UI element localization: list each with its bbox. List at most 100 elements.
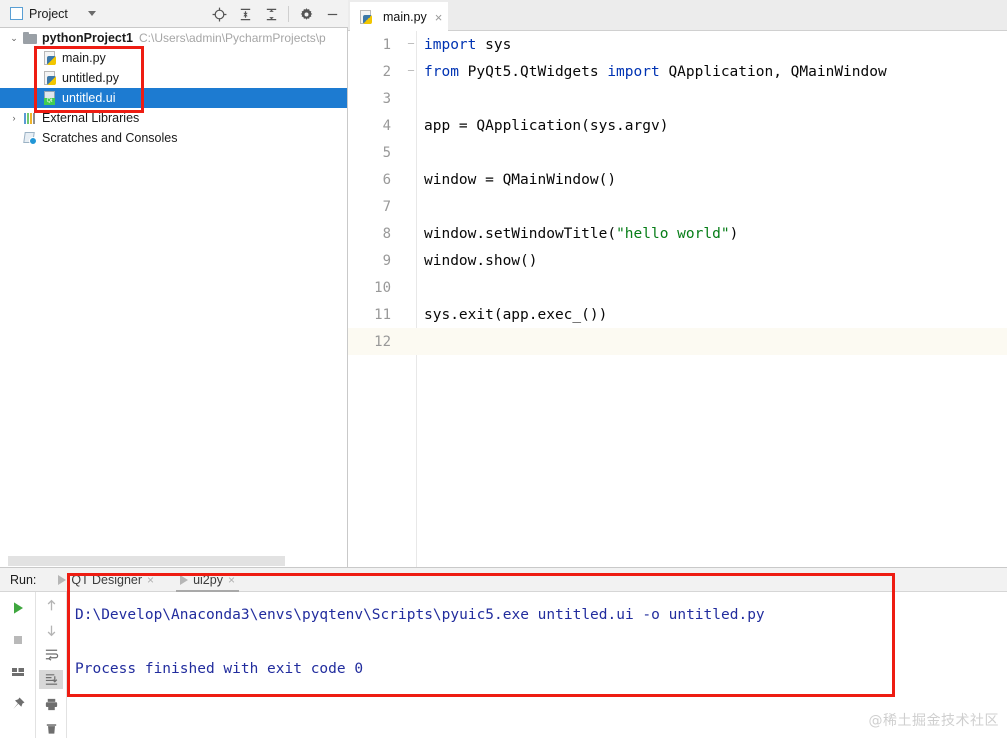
line-number: 4 <box>382 117 391 134</box>
plain-token: window.setWindowTitle( <box>424 225 617 242</box>
line-number: 7 <box>382 198 391 215</box>
rerun-play-icon[interactable] <box>6 596 30 620</box>
tree-row-scratches-and-consoles[interactable]: Scratches and Consoles <box>0 128 347 148</box>
keyword-token: import <box>607 63 660 80</box>
scroll-to-end-icon[interactable] <box>39 670 63 689</box>
console-actions-toolbar <box>36 592 67 738</box>
play-icon <box>58 574 67 585</box>
project-horizontal-scrollbar[interactable] <box>0 555 347 567</box>
locate-target-icon[interactable] <box>207 3 231 25</box>
code-lines-container[interactable]: 1 ─ import sys 2 ─ from PyQt5.QtWidgets impor… <box>348 31 1007 567</box>
show-layout-icon[interactable] <box>6 660 30 684</box>
project-panel-toolbar <box>207 0 344 28</box>
tab-main-py[interactable]: main.py × <box>350 2 449 31</box>
line-number: 5 <box>382 144 391 161</box>
code-line[interactable]: 8 window.setWindowTitle("hello world") <box>348 220 1007 247</box>
code-fold-icon[interactable]: ─ <box>404 39 418 50</box>
code-text: sys.exit(app.exec_()) <box>418 307 607 323</box>
code-line[interactable]: 7 <box>348 193 1007 220</box>
code-line[interactable]: 11 sys.exit(app.exec_()) <box>348 301 1007 328</box>
soft-wrap-icon[interactable] <box>39 645 63 664</box>
plain-token: sys.exit(app.exec_()) <box>424 306 608 323</box>
project-window-icon <box>10 7 23 20</box>
line-number: 2 <box>382 63 391 80</box>
run-tool-window-header: Run: QT Designer × ui2py × <box>0 567 1007 592</box>
code-line[interactable]: 3 <box>348 85 1007 112</box>
line-number: 6 <box>382 171 391 188</box>
line-number: 10 <box>374 279 391 296</box>
tree-label: main.py <box>62 51 106 65</box>
print-icon[interactable] <box>39 695 63 714</box>
keyword-token: from <box>424 63 459 80</box>
external-libraries-icon <box>22 110 38 126</box>
run-tab-label: QT Designer <box>71 572 143 587</box>
project-panel-title: Project <box>29 6 68 21</box>
line-number: 12 <box>374 333 391 350</box>
python-file-icon <box>42 50 58 66</box>
up-arrow-icon[interactable] <box>39 596 63 615</box>
code-line[interactable]: 6 window = QMainWindow() <box>348 166 1007 193</box>
console-line: Process finished with exit code 0 <box>75 661 364 677</box>
project-panel-title-group[interactable]: Project <box>0 7 96 21</box>
pin-tab-icon[interactable] <box>6 692 30 716</box>
code-text: window.setWindowTitle("hello world") <box>418 226 738 242</box>
code-editor[interactable]: 1 ─ import sys 2 ─ from PyQt5.QtWidgets impor… <box>348 31 1007 567</box>
line-number: 1 <box>382 36 391 53</box>
tree-row-untitled-ui[interactable]: untitled.ui <box>0 88 347 108</box>
tree-row-main-py[interactable]: main.py <box>0 48 347 68</box>
tree-label: pythonProject1 <box>42 31 133 45</box>
console-line: D:\Develop\Anaconda3\envs\pyqtenv\Script… <box>75 607 765 623</box>
code-fold-icon[interactable]: ─ <box>404 66 418 77</box>
code-line[interactable]: 10 <box>348 274 1007 301</box>
close-icon[interactable]: × <box>435 11 443 24</box>
tree-row-untitled-py[interactable]: untitled.py <box>0 68 347 88</box>
plain-token: window.show() <box>424 252 538 269</box>
code-line[interactable]: 4 app = QApplication(sys.argv) <box>348 112 1007 139</box>
down-arrow-icon[interactable] <box>39 621 63 640</box>
python-file-icon <box>42 70 58 86</box>
plain-token: QApplication, QMainWindow <box>659 63 887 80</box>
tree-label: Scratches and Consoles <box>42 131 178 145</box>
play-icon <box>180 574 189 585</box>
stop-icon[interactable] <box>6 628 30 652</box>
run-actions-toolbar <box>0 592 36 738</box>
code-line[interactable]: 5 <box>348 139 1007 166</box>
project-panel-header: Project <box>0 0 348 28</box>
scrollbar-thumb[interactable] <box>8 556 285 566</box>
close-icon[interactable]: × <box>147 574 154 586</box>
expand-all-icon[interactable] <box>233 3 257 25</box>
hide-panel-icon[interactable] <box>320 3 344 25</box>
line-number: 3 <box>382 90 391 107</box>
code-line[interactable]: 2 ─ from PyQt5.QtWidgets import QApplicati… <box>348 58 1007 85</box>
tree-label: External Libraries <box>42 111 140 125</box>
expand-arrow-icon[interactable]: › <box>6 113 22 123</box>
code-text: from PyQt5.QtWidgets import QApplication… <box>418 64 887 80</box>
run-console-output[interactable]: D:\Develop\Anaconda3\envs\pyqtenv\Script… <box>67 592 1007 738</box>
plain-token: app = QApplication(sys.argv) <box>424 117 669 134</box>
close-icon[interactable]: × <box>228 574 235 586</box>
editor-tab-bar: main.py × <box>348 0 1007 31</box>
project-tree-panel[interactable]: ⌄ pythonProject1 C:\Users\admin\PycharmP… <box>0 28 348 567</box>
run-tab-qt-designer[interactable]: QT Designer × <box>54 568 158 592</box>
expand-arrow-icon[interactable]: ⌄ <box>6 33 22 43</box>
plain-token: sys <box>476 36 512 53</box>
python-file-icon <box>358 9 374 25</box>
tab-label: main.py <box>383 10 427 24</box>
settings-gear-icon[interactable] <box>294 3 318 25</box>
watermark-text: @稀土掘金技术社区 <box>868 713 999 729</box>
collapse-all-icon[interactable] <box>259 3 283 25</box>
line-number: 8 <box>382 225 391 242</box>
folder-icon <box>22 30 38 46</box>
code-line[interactable]: 12 <box>348 328 1007 355</box>
code-line[interactable]: 9 window.show() <box>348 247 1007 274</box>
tree-row-pythonProject1[interactable]: ⌄ pythonProject1 C:\Users\admin\PycharmP… <box>0 28 347 48</box>
clear-all-trash-icon[interactable] <box>39 719 63 738</box>
tree-row-external-libraries[interactable]: › External Libraries <box>0 108 347 128</box>
chevron-down-icon[interactable] <box>87 11 96 16</box>
tree-label: untitled.py <box>62 71 119 85</box>
run-tab-label: ui2py <box>193 572 223 587</box>
code-text: import sys <box>418 37 511 53</box>
run-tab-ui2py[interactable]: ui2py × <box>176 568 239 592</box>
code-line[interactable]: 1 ─ import sys <box>348 31 1007 58</box>
scratches-icon <box>22 130 38 146</box>
